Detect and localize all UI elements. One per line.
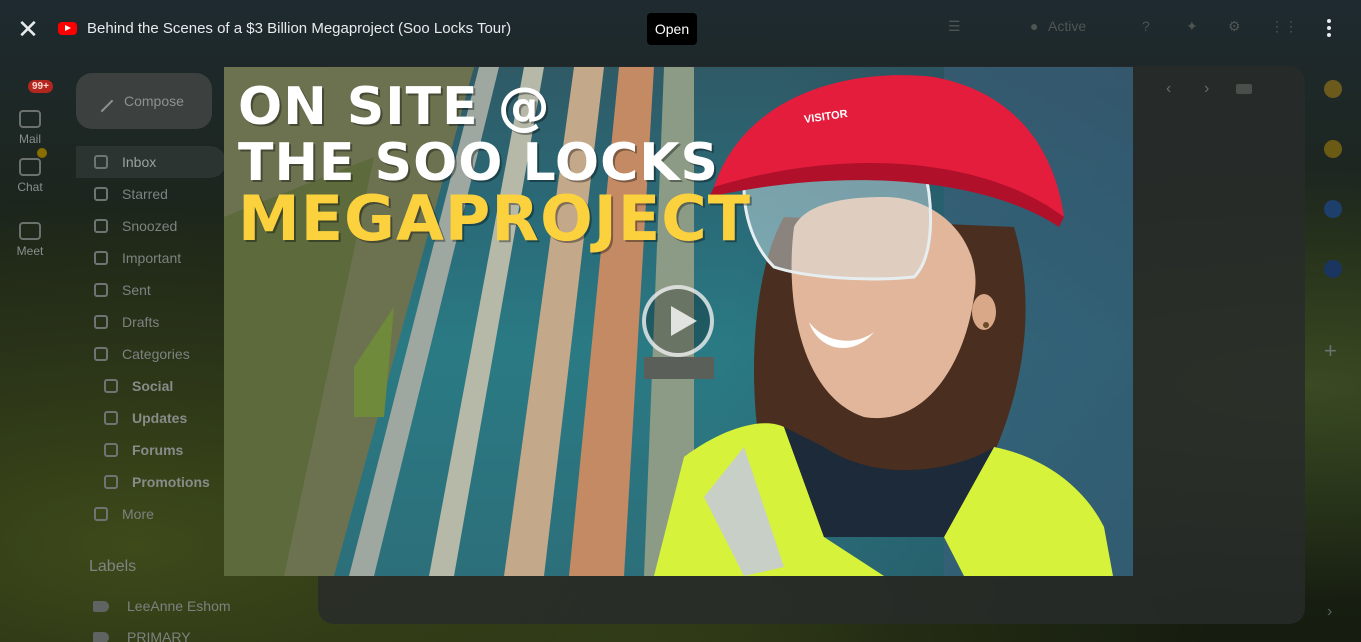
show-side-panel-icon[interactable]: › bbox=[1327, 603, 1332, 621]
nav-updates[interactable]: Updates bbox=[76, 402, 226, 434]
mail-nav: Inbox Starred Snoozed Important Sent Dra… bbox=[76, 146, 226, 530]
labels-heading: Labels bbox=[89, 558, 137, 575]
nav-categories[interactable]: Categories bbox=[76, 338, 226, 370]
chat-notification-dot bbox=[37, 148, 47, 158]
nav-snoozed[interactable]: Snoozed bbox=[76, 210, 226, 242]
contacts-icon[interactable] bbox=[1324, 260, 1342, 278]
people-icon bbox=[104, 379, 118, 393]
nav-important[interactable]: Important bbox=[76, 242, 226, 274]
rail-chat[interactable]: Chat bbox=[0, 158, 60, 194]
preview-header: ✕ Behind the Scenes of a $3 Billion Mega… bbox=[0, 0, 1361, 58]
label-item[interactable]: LeeAnne Eshom bbox=[93, 598, 231, 614]
nav-more-label: More bbox=[122, 506, 154, 522]
thumbnail-line-1: ON SITE @ bbox=[238, 77, 551, 137]
nav-updates-label: Updates bbox=[132, 410, 188, 426]
nav-drafts-label: Drafts bbox=[122, 314, 160, 330]
label-tag-icon bbox=[93, 600, 109, 612]
draft-icon bbox=[94, 315, 108, 329]
rail-chat-label: Chat bbox=[17, 180, 43, 194]
close-icon[interactable]: ✕ bbox=[14, 15, 42, 43]
pencil-icon bbox=[90, 89, 114, 113]
thumbnail-headline: ON SITE @ THE SOO LOCKS MEGAPROJECT bbox=[238, 77, 752, 255]
nav-categories-label: Categories bbox=[122, 346, 190, 362]
compose-button[interactable]: Compose bbox=[76, 73, 212, 129]
important-icon bbox=[94, 251, 108, 265]
rail-mail-label: Mail bbox=[18, 132, 41, 146]
label-item-text: LeeAnne Eshom bbox=[127, 598, 231, 614]
nav-inbox-label: Inbox bbox=[122, 154, 157, 170]
chevron-right-icon[interactable]: › bbox=[1204, 80, 1209, 98]
forum-icon bbox=[104, 443, 118, 457]
video-title: Behind the Scenes of a $3 Billion Megapr… bbox=[87, 20, 512, 37]
mail-icon bbox=[19, 110, 41, 128]
keyboard-icon[interactable] bbox=[1236, 84, 1252, 94]
open-button[interactable]: Open bbox=[647, 13, 697, 45]
tag-icon bbox=[104, 475, 118, 489]
chat-icon bbox=[19, 158, 41, 176]
nav-forums-label: Forums bbox=[132, 442, 184, 458]
star-icon bbox=[94, 187, 108, 201]
rail-meet-label: Meet bbox=[16, 244, 44, 258]
nav-social[interactable]: Social bbox=[76, 370, 226, 402]
nav-important-label: Important bbox=[122, 250, 182, 266]
app-rail: Mail 99+ Chat Meet bbox=[0, 60, 64, 642]
rail-mail[interactable]: Mail bbox=[0, 110, 60, 146]
nav-promotions[interactable]: Promotions bbox=[76, 466, 226, 498]
send-icon bbox=[94, 283, 108, 297]
side-panel bbox=[1318, 80, 1348, 320]
nav-social-label: Social bbox=[132, 378, 174, 394]
nav-starred-label: Starred bbox=[122, 186, 168, 202]
label-item-text: PRIMARY bbox=[127, 629, 191, 642]
add-addon-icon[interactable]: + bbox=[1324, 338, 1337, 364]
youtube-icon bbox=[58, 22, 77, 35]
tasks-icon[interactable] bbox=[1324, 200, 1342, 218]
video-thumbnail[interactable]: ON SITE @ THE SOO LOCKS MEGAPROJECT VISI… bbox=[224, 67, 1133, 576]
nav-promotions-label: Promotions bbox=[132, 474, 210, 490]
nav-drafts[interactable]: Drafts bbox=[76, 306, 226, 338]
nav-snoozed-label: Snoozed bbox=[122, 218, 178, 234]
compose-label: Compose bbox=[124, 93, 184, 109]
keep-icon[interactable] bbox=[1324, 140, 1342, 158]
label-item[interactable]: PRIMARY bbox=[93, 629, 191, 642]
nav-sent-label: Sent bbox=[122, 282, 151, 298]
nav-inbox[interactable]: Inbox bbox=[76, 146, 226, 178]
clock-icon bbox=[94, 219, 108, 233]
label-tag-icon bbox=[93, 631, 109, 642]
nav-more[interactable]: More bbox=[76, 498, 226, 530]
calendar-icon[interactable] bbox=[1324, 80, 1342, 98]
more-vertical-icon[interactable] bbox=[1318, 16, 1340, 42]
label-icon bbox=[94, 347, 108, 361]
meet-icon bbox=[19, 222, 41, 240]
play-circle-icon[interactable] bbox=[642, 285, 714, 357]
nav-starred[interactable]: Starred bbox=[76, 178, 226, 210]
earring bbox=[983, 322, 989, 328]
nav-forums[interactable]: Forums bbox=[76, 434, 226, 466]
mail-unread-badge: 99+ bbox=[28, 80, 53, 93]
inbox-icon bbox=[94, 155, 108, 169]
nav-sent[interactable]: Sent bbox=[76, 274, 226, 306]
lock-building bbox=[644, 357, 714, 379]
thumbnail-line-3: MEGAPROJECT bbox=[238, 182, 752, 255]
rail-meet[interactable]: Meet bbox=[0, 222, 60, 258]
info-icon bbox=[104, 411, 118, 425]
chevron-down-icon bbox=[94, 507, 108, 521]
chevron-left-icon[interactable]: ‹ bbox=[1166, 80, 1171, 98]
